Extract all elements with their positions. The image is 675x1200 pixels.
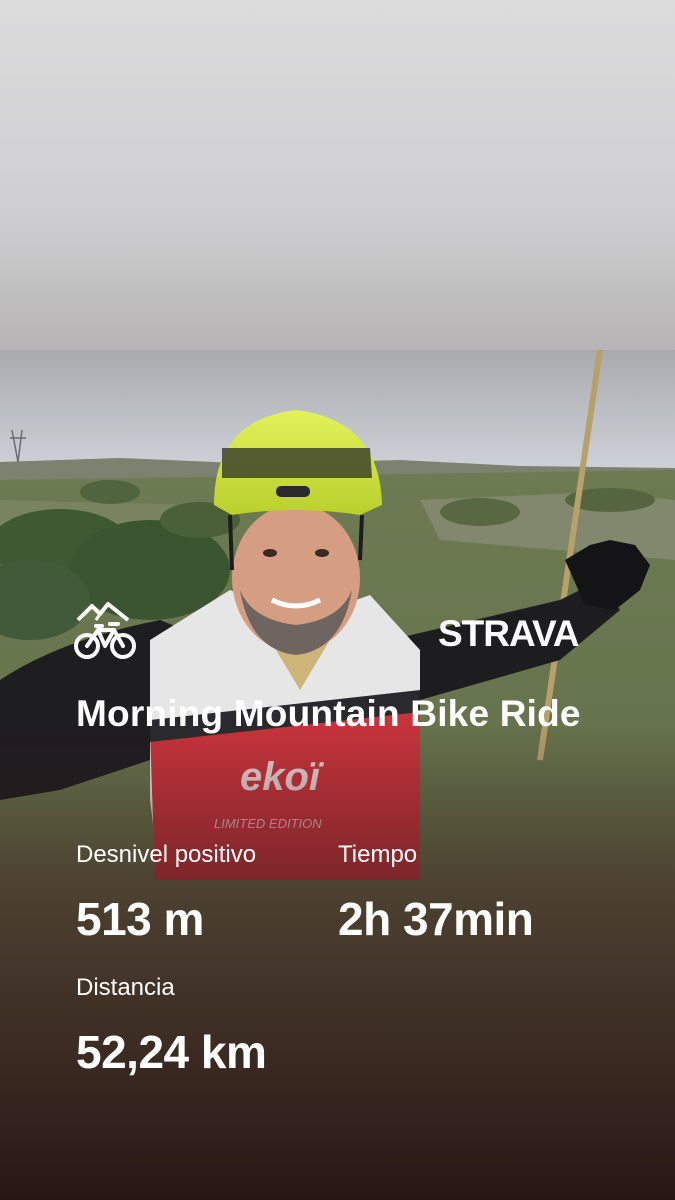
time-label: Tiempo	[338, 841, 418, 868]
activity-title: Morning Mountain Bike Ride	[76, 693, 581, 734]
elevation-label: Desnivel positivo	[76, 841, 257, 868]
strava-logo: STRAVA	[438, 613, 580, 654]
elevation-value: 513 m	[76, 893, 204, 945]
distance-value: 52,24 km	[76, 1026, 267, 1078]
mountain-bike-icon	[74, 602, 136, 659]
distance-label: Distancia	[76, 974, 175, 1001]
time-value: 2h 37min	[338, 893, 534, 945]
activity-share-card: ekoï LIMITED EDITION STRAVA Morning Moun…	[0, 0, 675, 1200]
